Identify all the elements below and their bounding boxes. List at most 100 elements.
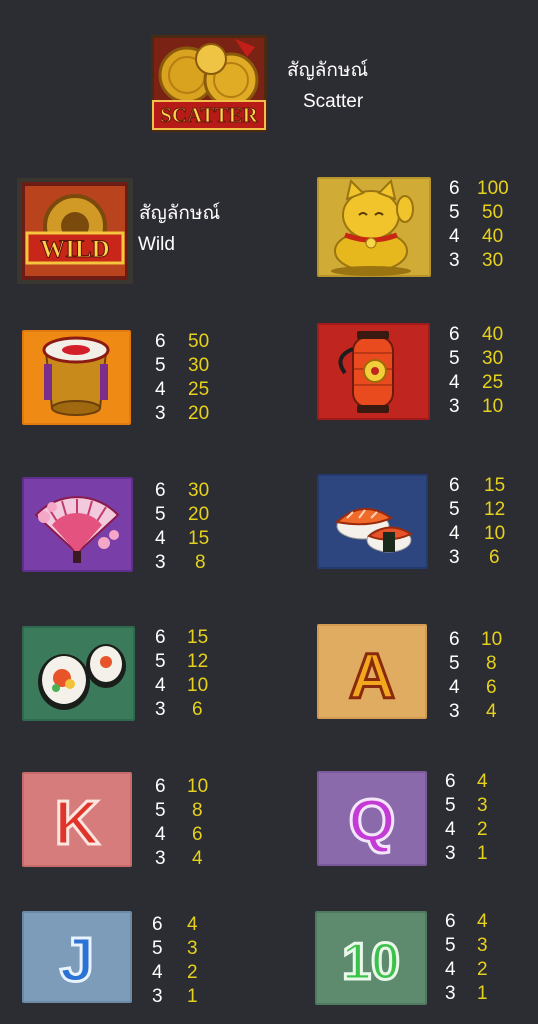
pay-row: 58 (155, 799, 235, 823)
pay-row: 31 (445, 842, 525, 866)
pay-count: 5 (449, 202, 460, 223)
number-10-glyph: 10 (342, 933, 400, 991)
pay-count: 5 (449, 499, 460, 520)
pay-count: 3 (449, 250, 460, 271)
pay-count: 4 (445, 819, 456, 840)
pay-value: 8 (195, 552, 206, 573)
pay-value: 40 (482, 324, 504, 345)
pay-value: 10 (187, 675, 209, 696)
pay-value: 25 (482, 372, 504, 393)
pay-count: 3 (445, 983, 456, 1004)
pay-row: 36 (449, 546, 529, 570)
pay-row: 3 30 (449, 249, 529, 273)
pay-count: 4 (449, 677, 460, 698)
scatter-label-thai: สัญลักษณ์ (287, 60, 369, 81)
pay-row: 42 (445, 958, 525, 982)
pay-row: 5 12 (155, 650, 235, 674)
letter-k-glyph: K (55, 789, 100, 858)
pay-value: 100 (477, 178, 509, 199)
pay-count: 6 (445, 771, 456, 792)
scatter-badge-text: SCATTER (160, 103, 258, 127)
pay-value: 12 (484, 499, 506, 520)
pay-row: 38 (155, 551, 235, 575)
pay-value: 6 (192, 699, 203, 720)
letter-q-glyph: Q (349, 787, 396, 854)
pay-value: 20 (188, 504, 210, 525)
pay-count: 6 (449, 178, 460, 199)
pay-count: 3 (152, 986, 163, 1007)
pay-value: 50 (482, 202, 504, 223)
pay-row: 6 15 (449, 474, 529, 498)
pay-count: 3 (449, 547, 460, 568)
pay-row: 4 10 (449, 522, 529, 546)
pay-value: 2 (187, 962, 198, 983)
pay-value: 10 (481, 629, 503, 650)
pay-value: 3 (477, 935, 488, 956)
pay-value: 4 (477, 771, 488, 792)
pay-row: 5 12 (449, 498, 529, 522)
wild-label-thai: สัญลักษณ์ (139, 203, 221, 224)
pay-row: 6 50 (155, 330, 235, 354)
pay-row: 6 100 (449, 177, 529, 201)
letter-j-icon: J (22, 911, 132, 1003)
pay-row: 53 (445, 934, 525, 958)
nigiri-icon (317, 474, 428, 569)
pay-row: 53 (445, 794, 525, 818)
pay-count: 4 (449, 372, 460, 393)
pay-row: 6 10 (449, 628, 529, 652)
pay-count: 4 (449, 523, 460, 544)
pay-count: 3 (449, 396, 460, 417)
pay-row: 46 (449, 676, 529, 700)
pay-count: 6 (155, 331, 166, 352)
pay-count: 4 (445, 959, 456, 980)
pay-value: 6 (192, 824, 203, 845)
pay-count: 3 (155, 848, 166, 869)
pay-value: 1 (477, 983, 488, 1004)
pay-value: 15 (187, 627, 209, 648)
pay-count: 5 (449, 348, 460, 369)
pay-count: 6 (449, 475, 460, 496)
pay-value: 10 (187, 776, 209, 797)
pay-count: 6 (445, 911, 456, 932)
pay-count: 3 (445, 843, 456, 864)
pay-row: 5 30 (155, 354, 235, 378)
pay-row: 34 (449, 700, 529, 724)
pay-row: 4 15 (155, 527, 235, 551)
sushi-roll-icon (22, 626, 135, 721)
pay-value: 15 (484, 475, 506, 496)
pay-count: 4 (155, 528, 166, 549)
pay-value: 30 (482, 348, 504, 369)
pay-row: 31 (445, 982, 525, 1006)
pay-row: 6 15 (155, 626, 235, 650)
pay-count: 6 (155, 627, 166, 648)
pay-count: 6 (152, 914, 163, 935)
letter-q-icon: Q (317, 771, 427, 866)
pay-row: 64 (445, 910, 525, 934)
pay-row: 46 (155, 823, 235, 847)
pay-value: 6 (486, 677, 497, 698)
pay-value: 1 (477, 843, 488, 864)
letter-a-icon: A (317, 624, 427, 719)
pay-count: 5 (155, 651, 166, 672)
pay-count: 5 (152, 938, 163, 959)
pay-value: 2 (477, 819, 488, 840)
pay-count: 3 (155, 403, 166, 424)
letter-j-glyph: J (60, 926, 94, 995)
pay-value: 3 (477, 795, 488, 816)
pay-row: 42 (445, 818, 525, 842)
pay-row: 58 (449, 652, 529, 676)
pay-value: 2 (477, 959, 488, 980)
pay-value: 4 (192, 848, 203, 869)
scatter-label-en: Scatter (303, 91, 364, 112)
pay-value: 10 (482, 396, 504, 417)
pay-row: 4 25 (155, 378, 235, 402)
letter-k-icon: K (22, 772, 132, 867)
pay-row: 42 (152, 961, 232, 985)
pay-value: 12 (187, 651, 209, 672)
pay-count: 5 (155, 355, 166, 376)
pay-count: 5 (445, 935, 456, 956)
pay-value: 8 (192, 800, 203, 821)
fan-icon (22, 477, 133, 572)
pay-row: 4 40 (449, 225, 529, 249)
pay-row: 4 25 (449, 371, 529, 395)
